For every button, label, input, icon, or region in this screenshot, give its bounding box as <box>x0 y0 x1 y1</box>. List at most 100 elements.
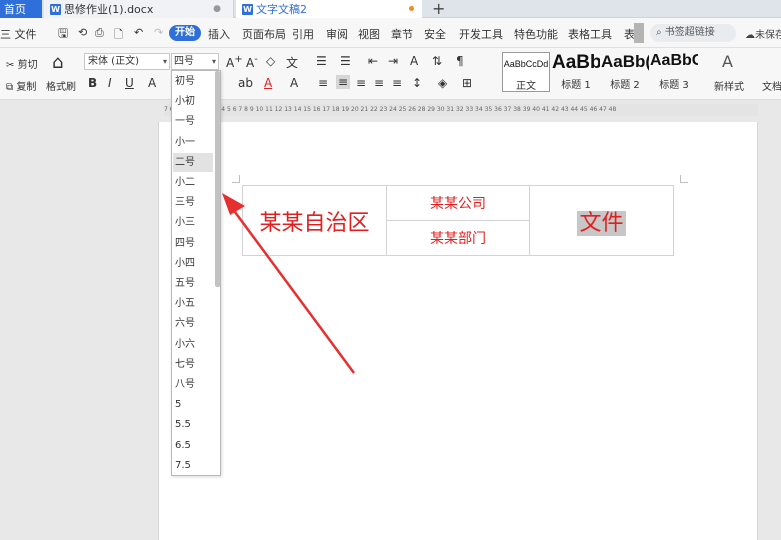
highlight-icon[interactable]: ab <box>238 76 253 90</box>
tab-security[interactable]: 安全 <box>424 26 446 42</box>
underline-button[interactable]: U <box>125 76 134 90</box>
font-size-option[interactable]: 小二 <box>173 173 213 192</box>
strikethrough-icon[interactable]: A <box>148 76 156 90</box>
shrink-font-icon[interactable]: A- <box>246 54 258 70</box>
tab-developer[interactable]: 开发工具 <box>459 26 503 42</box>
font-size-option[interactable]: 七号 <box>173 355 213 374</box>
italic-button[interactable]: I <box>108 76 112 90</box>
cell-company[interactable]: 某某公司 <box>386 185 530 221</box>
print-preview-icon[interactable]: 🗋 <box>114 26 123 45</box>
font-size-option[interactable]: 三号 <box>173 193 213 212</box>
font-size-option[interactable]: 6.5 <box>173 436 213 455</box>
font-size-option[interactable]: 小六 <box>173 335 213 354</box>
justify-icon[interactable]: ≡ <box>374 76 384 90</box>
font-size-option[interactable]: 5 <box>173 395 213 414</box>
tab-view[interactable]: 视图 <box>358 26 380 42</box>
font-name-select[interactable]: 宋体 (正文) ▾ <box>84 53 170 70</box>
redo-icon[interactable]: ↷ <box>154 26 163 39</box>
clear-format-icon[interactable]: ◇ <box>266 54 275 68</box>
cell-region[interactable]: 某某自治区 <box>242 185 387 256</box>
menu-scroll-handle[interactable] <box>634 23 644 43</box>
doc-tool-button[interactable]: 文档 <box>762 78 781 93</box>
bullet-list-icon[interactable]: ☰ <box>316 54 327 68</box>
tab-references[interactable]: 引用 <box>292 26 314 42</box>
char-shading-icon[interactable]: A <box>290 76 298 90</box>
tab-doc2-label: 文字文稿2 <box>256 3 307 16</box>
style-heading-2[interactable]: AaBb( 标题 2 <box>601 52 649 92</box>
grow-font-icon[interactable]: A+ <box>226 54 243 70</box>
decrease-indent-icon[interactable]: ⇤ <box>368 54 378 68</box>
increase-indent-icon[interactable]: ⇥ <box>388 54 398 68</box>
align-left-icon[interactable]: ≡ <box>318 76 328 90</box>
shading-icon[interactable]: ◈ <box>438 76 447 90</box>
font-size-select[interactable]: 四号 ▾ <box>171 53 219 70</box>
border-icon[interactable]: ⊞ <box>462 76 472 90</box>
tab-doc2[interactable]: W 文字文稿2 <box>236 0 422 18</box>
font-size-option[interactable]: 八号 <box>173 375 213 394</box>
font-size-dropdown[interactable]: 初号 小初 一号小一 二号 小二 三号 小三四号 小四 五号 小五 六号小六 七号 八号 5 5.5 6.5 7… <box>171 70 221 476</box>
cell-department[interactable]: 某某部门 <box>386 220 530 256</box>
selected-text[interactable]: 文件 <box>577 210 626 236</box>
font-color-icon[interactable]: A <box>264 76 272 90</box>
cut-button[interactable]: ✂ 剪切 <box>6 56 38 71</box>
horizontal-ruler[interactable]: 7 6 4 2 1 2 1 1 2 3 4 5 6 7 8 9 10 11 12… <box>164 104 758 116</box>
show-marks-icon[interactable]: ¶ <box>456 54 464 68</box>
font-size-option[interactable]: 一号 <box>173 112 213 131</box>
search-input[interactable]: ⌕ 书签超链接 <box>650 24 736 42</box>
tab-doc1[interactable]: W 思修作业(1).docx ● <box>44 0 234 18</box>
font-size-option[interactable]: 小四 <box>173 254 213 273</box>
format-painter-button[interactable]: 格式刷 <box>46 78 76 93</box>
tab-dot-icon[interactable]: ● <box>213 4 221 14</box>
print-icon[interactable]: ⎙ <box>95 26 104 40</box>
undo-history-icon[interactable]: ⟲ <box>78 26 87 39</box>
style-normal[interactable]: AaBbCcDd 正文 <box>502 52 550 92</box>
save-icon[interactable]: 🖫 <box>58 24 68 45</box>
tab-table-tools[interactable]: 表格工具 <box>568 26 612 42</box>
document-table[interactable]: 某某自治区 某某公司 文件 某某部门 <box>242 185 674 256</box>
style-heading-1[interactable]: AaBb 标题 1 <box>552 52 600 92</box>
style-sample: AaBb <box>552 52 600 73</box>
cloud-unsaved-status[interactable]: ☁未保存 <box>745 26 781 41</box>
bold-button[interactable]: B <box>88 76 97 90</box>
tab-home[interactable]: 首页 <box>0 0 42 18</box>
line-spacing-icon[interactable]: ↕ <box>412 76 422 90</box>
tab-review[interactable]: 审阅 <box>326 26 348 42</box>
font-size-option[interactable]: 五号 <box>173 274 213 293</box>
distribute-icon[interactable]: ≡ <box>392 76 402 90</box>
new-tab-plus-icon[interactable]: + <box>432 0 445 18</box>
font-size-option[interactable]: 二号 <box>173 152 213 172</box>
font-size-option[interactable]: 小初 <box>173 92 213 111</box>
file-menu[interactable]: 三 文件 <box>0 26 37 42</box>
cell-file[interactable]: 文件 <box>529 185 674 256</box>
cut-label: 剪切 <box>17 60 38 71</box>
case-icon[interactable]: A <box>410 54 418 68</box>
scissors-icon: ✂ <box>6 60 15 71</box>
tab-start[interactable]: 开始 <box>169 25 201 41</box>
search-icon: ⌕ <box>656 27 662 38</box>
font-size-option[interactable]: 7.5 <box>173 456 213 475</box>
tab-chapter[interactable]: 章节 <box>391 26 413 42</box>
font-size-option[interactable]: 小一 <box>173 133 213 152</box>
font-size-option[interactable]: 5.5 <box>173 415 213 434</box>
search-placeholder: 书签超链接 <box>664 27 715 38</box>
chevron-down-icon: ▾ <box>162 57 167 66</box>
number-list-icon[interactable]: ☰ <box>340 54 351 68</box>
undo-icon[interactable]: ↶ <box>134 26 143 39</box>
sort-icon[interactable]: ⇅ <box>432 54 442 68</box>
format-painter-icon[interactable]: ⌂ <box>52 52 63 73</box>
tab-page-layout[interactable]: 页面布局 <box>242 26 286 42</box>
copy-button[interactable]: ⧉ 复制 <box>6 78 36 93</box>
align-center-icon[interactable]: ≡ <box>336 75 351 89</box>
style-heading-3[interactable]: AaBbC 标题 3 <box>650 52 698 92</box>
dropdown-scrollbar[interactable] <box>215 71 220 287</box>
font-size-option[interactable]: 小五 <box>173 294 213 313</box>
phonetic-icon[interactable]: 文 <box>286 54 298 71</box>
align-right-icon[interactable]: ≡ <box>356 76 366 90</box>
new-style-button[interactable]: 新样式 <box>714 78 744 93</box>
tab-insert[interactable]: 插入 <box>208 26 230 42</box>
font-size-option[interactable]: 初号 <box>173 72 213 91</box>
font-size-option[interactable]: 四号 <box>173 234 213 253</box>
tab-features[interactable]: 特色功能 <box>514 26 558 42</box>
font-size-option[interactable]: 小三 <box>173 213 213 232</box>
font-size-option[interactable]: 六号 <box>173 314 213 333</box>
